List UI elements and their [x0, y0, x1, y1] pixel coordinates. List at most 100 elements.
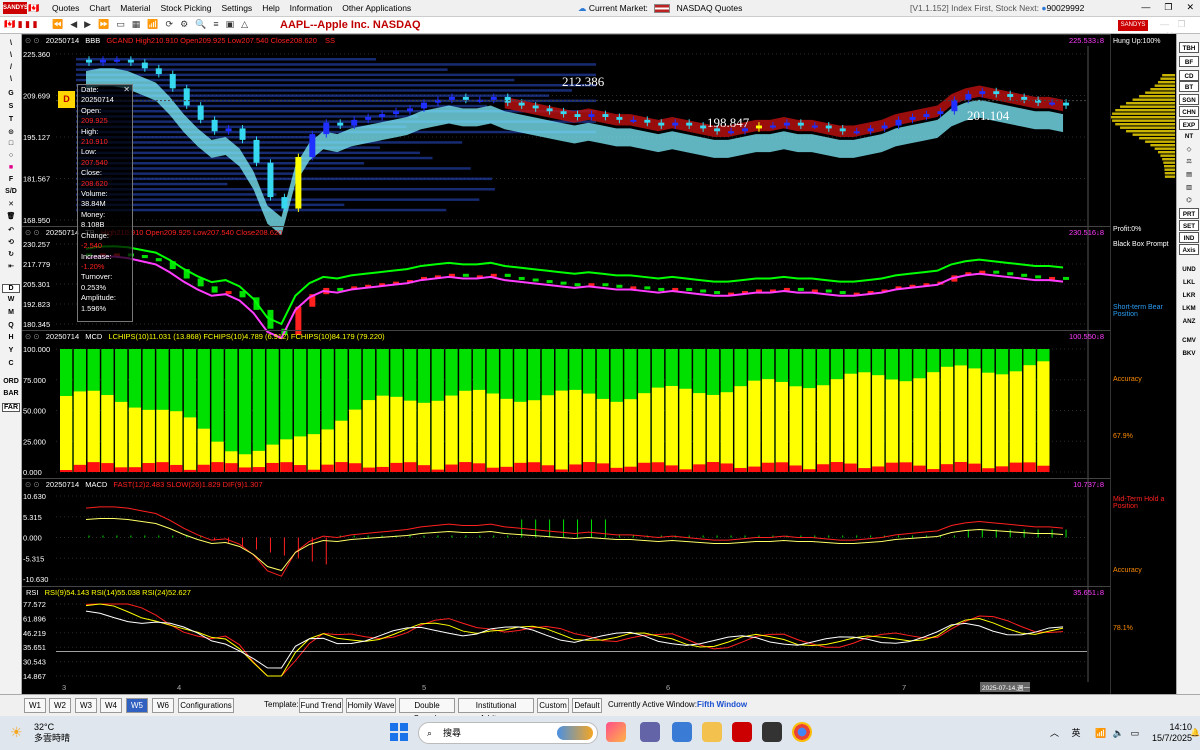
- left-tool-15[interactable]: ↶: [2, 226, 20, 234]
- left-tool-12[interactable]: S/D: [2, 188, 20, 195]
- left-tool-17[interactable]: ↻: [2, 250, 20, 258]
- chevron-up-icon[interactable]: ︿: [1050, 728, 1059, 738]
- weather-icon[interactable]: ☀: [10, 724, 23, 741]
- notification-bell-icon[interactable]: 🔔: [1190, 728, 1200, 737]
- left-tool-14[interactable]: 🗑: [2, 212, 20, 220]
- right-button-7[interactable]: NT: [1179, 131, 1199, 142]
- right-button-14[interactable]: SET: [1179, 220, 1199, 231]
- ime-indicator[interactable]: 英: [1072, 728, 1081, 738]
- left-tool-28[interactable]: FAR: [2, 403, 20, 412]
- template-custom[interactable]: Custom: [537, 698, 569, 713]
- left-tool-20[interactable]: W: [2, 296, 20, 303]
- left-tool-22[interactable]: Q: [2, 322, 20, 329]
- right-button-3[interactable]: BT: [1179, 81, 1199, 92]
- left-tool-24[interactable]: Y: [2, 347, 20, 354]
- menu-material[interactable]: Material: [120, 3, 150, 13]
- right-button-0[interactable]: TBH: [1179, 42, 1199, 53]
- data-window-close-icon[interactable]: ✕: [123, 85, 130, 95]
- fast-forward-icon[interactable]: ⏩: [98, 19, 109, 30]
- search-icon[interactable]: 🔍: [195, 19, 206, 30]
- refresh-icon[interactable]: ⟳: [166, 19, 174, 30]
- menu-stock-picking[interactable]: Stock Picking: [160, 3, 211, 13]
- right-button-15[interactable]: IND: [1179, 232, 1199, 243]
- tab-w3[interactable]: W3: [75, 698, 97, 713]
- menu-other-applications[interactable]: Other Applications: [342, 3, 411, 13]
- data-window[interactable]: D ✕ Date: 20250714 Open: 209.925 High: 210.91…: [58, 84, 133, 322]
- teams-business-icon[interactable]: [672, 722, 692, 742]
- settings-icon[interactable]: ⚙: [180, 19, 188, 30]
- tab-w6[interactable]: W6: [152, 698, 174, 713]
- close-icon[interactable]: ✕: [1186, 2, 1194, 13]
- right-button-2[interactable]: CD: [1179, 70, 1199, 81]
- right-button-4[interactable]: SGN: [1179, 94, 1199, 105]
- teams-app-icon[interactable]: [640, 722, 660, 742]
- weather-widget[interactable]: 32°C 多雲時晴: [34, 722, 70, 744]
- period-badge[interactable]: D: [58, 91, 75, 108]
- right-button-5[interactable]: CHN: [1179, 106, 1199, 117]
- menu-quotes[interactable]: Quotes: [52, 3, 79, 13]
- right-button-10[interactable]: ▤: [1179, 169, 1199, 180]
- battery-icon[interactable]: ▭: [1131, 728, 1140, 738]
- pane-settings-icon[interactable]: ⊙ ⊙: [25, 480, 40, 489]
- pane-settings-icon[interactable]: ⊙ ⊙: [25, 36, 40, 45]
- left-tool-3[interactable]: \: [2, 76, 20, 83]
- chrome-app-icon[interactable]: [792, 722, 812, 742]
- start-icon[interactable]: [390, 723, 408, 741]
- wifi-icon[interactable]: 📶: [1095, 728, 1106, 738]
- left-tool-21[interactable]: M: [2, 309, 20, 316]
- back-icon[interactable]: ◀: [70, 19, 77, 30]
- tab-w4[interactable]: W4: [100, 698, 122, 713]
- left-tool-25[interactable]: C: [2, 360, 20, 367]
- configurations-button[interactable]: Configurations: [178, 698, 234, 713]
- left-tool-11[interactable]: F: [2, 176, 20, 183]
- calculator-app-icon[interactable]: [762, 722, 782, 742]
- taskbar-search[interactable]: ⌕ 搜尋: [418, 722, 598, 744]
- trading-app-icon[interactable]: [732, 722, 752, 742]
- current-market[interactable]: ☁ Current Market: NASDAQ Quotes: [578, 3, 742, 14]
- toolbar-flags[interactable]: 🇨🇦 ▮ ▮ ▮: [4, 19, 38, 30]
- left-tool-16[interactable]: ⟲: [2, 238, 20, 246]
- wifi-icon[interactable]: 📶: [147, 19, 158, 30]
- template-double-swords[interactable]: Double Swords: [399, 698, 455, 723]
- left-tool-9[interactable]: ○: [2, 152, 20, 159]
- left-tool-6[interactable]: T: [2, 116, 20, 123]
- tab-w1[interactable]: W1: [24, 698, 46, 713]
- copilot-app-icon[interactable]: [606, 722, 626, 742]
- right-button-20[interactable]: LKM: [1179, 303, 1199, 314]
- pane-settings-icon[interactable]: ⊙ ⊙: [25, 228, 40, 237]
- right-button-1[interactable]: BF: [1179, 56, 1199, 67]
- right-button-18[interactable]: LKL: [1179, 277, 1199, 288]
- left-tool-4[interactable]: G: [2, 90, 20, 97]
- minimize-sub-icon[interactable]: —: [1160, 19, 1169, 29]
- left-tool-19[interactable]: D: [2, 284, 20, 293]
- list-icon[interactable]: ≡: [213, 19, 218, 30]
- right-button-23[interactable]: BKV: [1179, 348, 1199, 359]
- menu-help[interactable]: Help: [262, 3, 279, 13]
- right-button-6[interactable]: EXP: [1179, 119, 1199, 130]
- market-flags[interactable]: 🇨🇦: [28, 3, 39, 14]
- left-tool-7[interactable]: ⊙: [2, 128, 20, 136]
- right-button-12[interactable]: ⌬: [1179, 195, 1199, 206]
- minimize-icon[interactable]: —: [1141, 2, 1150, 13]
- restore-sub-icon[interactable]: ❐: [1178, 19, 1186, 29]
- right-button-11[interactable]: ▥: [1179, 182, 1199, 193]
- left-tool-27[interactable]: BAR: [2, 390, 20, 397]
- right-button-17[interactable]: UND: [1179, 264, 1199, 275]
- left-tool-10[interactable]: ■: [2, 164, 20, 171]
- right-button-8[interactable]: ◇: [1179, 144, 1199, 155]
- fast-back-icon[interactable]: ⏪: [52, 19, 63, 30]
- alert-icon[interactable]: △: [241, 19, 248, 30]
- template-default[interactable]: Default: [572, 698, 602, 713]
- left-tool-2[interactable]: /: [2, 64, 20, 71]
- file-explorer-icon[interactable]: [702, 722, 722, 742]
- left-tool-8[interactable]: □: [2, 140, 20, 147]
- right-button-9[interactable]: ⚖: [1179, 156, 1199, 167]
- right-button-21[interactable]: ANZ: [1179, 316, 1199, 327]
- right-button-16[interactable]: Axis: [1179, 244, 1199, 255]
- chart-area[interactable]: 225.360 209.699 195.127 181.567 168.950 230.2…: [22, 34, 1110, 694]
- page-icon[interactable]: ▭: [116, 19, 125, 30]
- left-tool-18[interactable]: ⇤: [2, 262, 20, 270]
- left-tool-26[interactable]: ORD: [2, 378, 20, 385]
- restore-icon[interactable]: ❐: [1164, 2, 1172, 13]
- menu-chart[interactable]: Chart: [89, 3, 110, 13]
